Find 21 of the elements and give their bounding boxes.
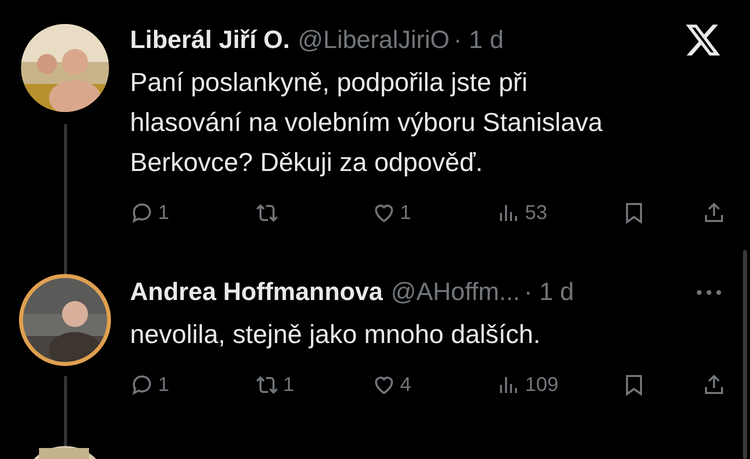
like-count: 1 (400, 202, 412, 224)
author-name[interactable]: Liberál Jiří O. (130, 26, 290, 54)
reply-icon[interactable] (130, 373, 154, 397)
author-handle[interactable]: @AHoffm... (390, 278, 520, 306)
author-name[interactable]: Andrea Hoffmannova (130, 278, 383, 306)
share-icon[interactable] (702, 201, 726, 225)
post-text: nevolila, stejně jako mnoho dalších. (130, 318, 542, 351)
share-icon[interactable] (702, 373, 726, 397)
reply-count: 1 (158, 202, 170, 224)
repost-count: 1 (283, 374, 294, 396)
author-handle[interactable]: @LiberalJiriO (298, 26, 450, 54)
post-time: · 1 d (454, 26, 504, 54)
reply-icon[interactable] (130, 201, 154, 225)
reply-count: 1 (158, 374, 170, 396)
post-time: · 1 d (524, 278, 574, 306)
view-count: 53 (525, 202, 548, 224)
scrollbar[interactable] (743, 250, 747, 459)
post-text: Paní poslankyně, podpořila jste při hlasování na volebním výboru Stanislava Berkovce? Děkuji za odpověď. (130, 66, 604, 179)
like-count: 4 (400, 374, 412, 396)
view-count: 109 (525, 374, 558, 396)
more-icon[interactable] (696, 288, 722, 296)
